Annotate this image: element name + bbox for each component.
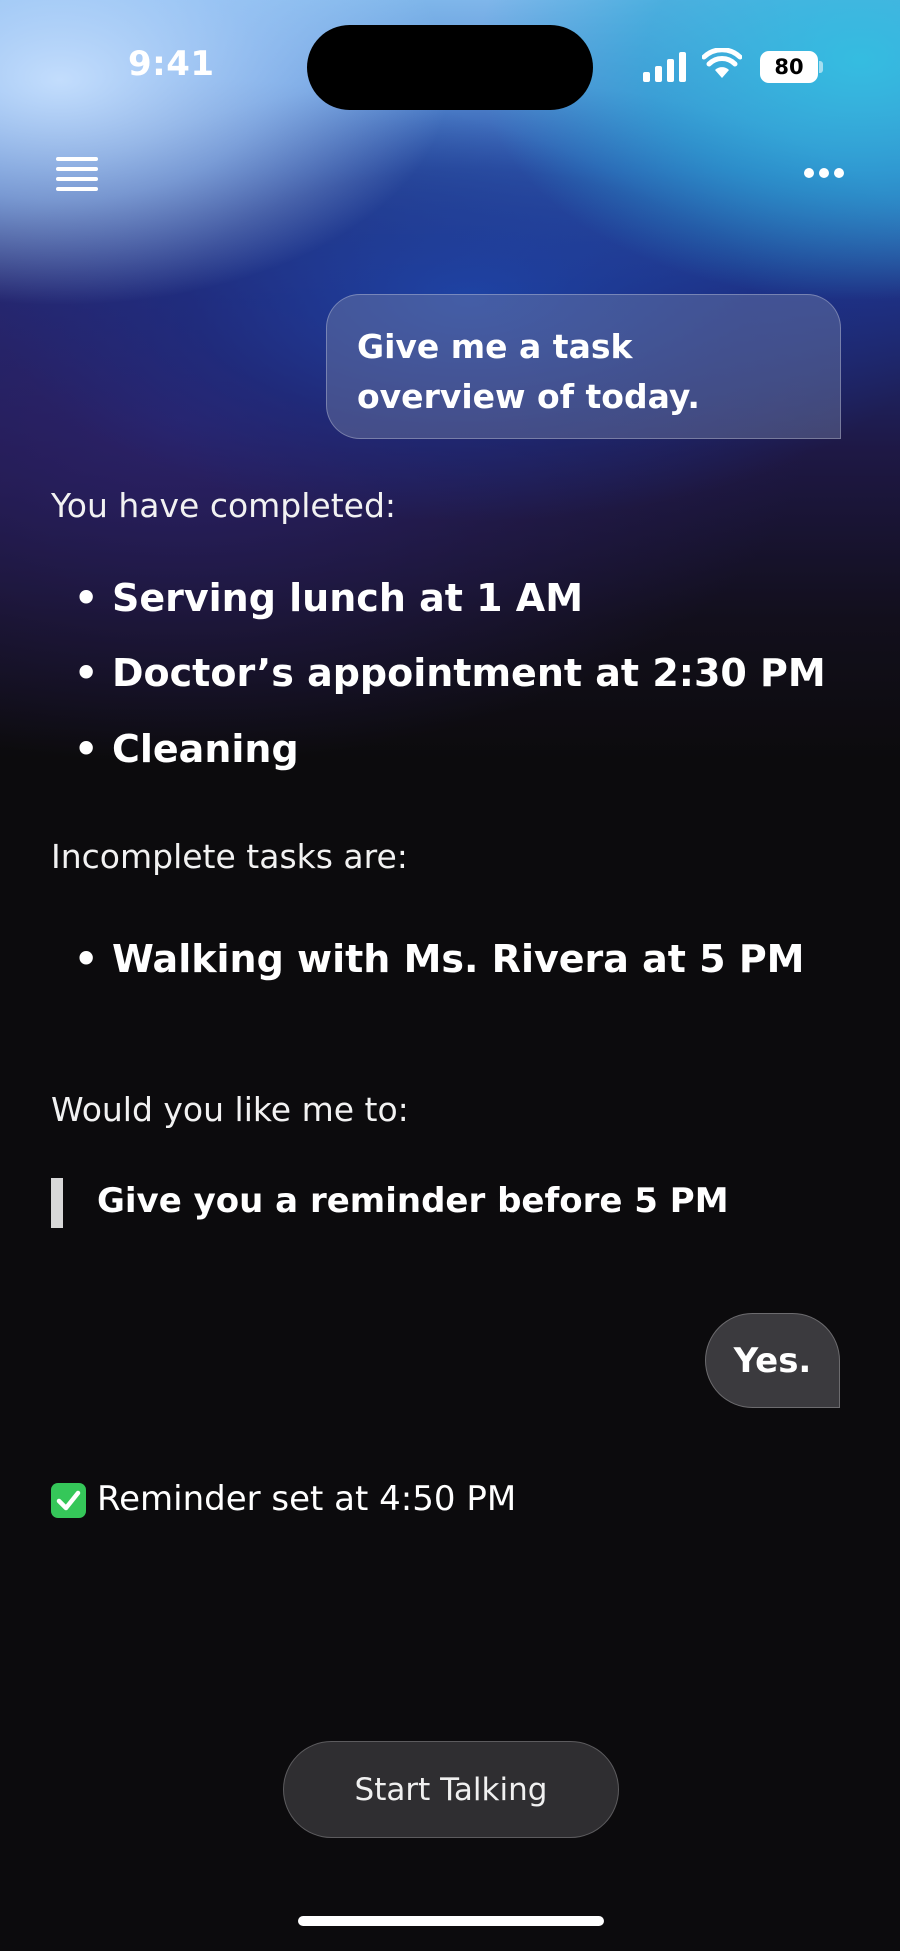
completed-heading: You have completed: (51, 486, 397, 525)
completed-item-text: Serving lunch at 1 AM (112, 576, 584, 620)
home-indicator[interactable] (298, 1916, 604, 1926)
battery-cap (819, 61, 823, 73)
battery-icon: 80 (760, 51, 818, 83)
completed-item-text: Doctor’s appointment at 2:30 PM (112, 651, 826, 695)
completed-list-item: • Doctor’s appointment at 2:30 PM (74, 651, 826, 695)
cellular-signal-icon (643, 52, 687, 82)
option-quote-bar (51, 1178, 63, 1228)
start-talking-button[interactable]: Start Talking (283, 1741, 619, 1838)
reminder-option[interactable]: Give you a reminder before 5 PM (97, 1181, 729, 1221)
completed-list-item: • Cleaning (74, 727, 299, 771)
completed-list-item: • Serving lunch at 1 AM (74, 576, 583, 620)
check-mark-icon (51, 1483, 86, 1518)
question-text: Would you like me to: (51, 1090, 409, 1129)
incomplete-list-item: • Walking with Ms. Rivera at 5 PM (74, 937, 805, 981)
wifi-icon (702, 48, 742, 78)
dynamic-island (307, 25, 593, 110)
incomplete-item-text: Walking with Ms. Rivera at 5 PM (112, 937, 805, 981)
bullet-icon: • (74, 576, 99, 620)
ellipsis-icon[interactable] (800, 164, 848, 184)
status-time: 9:41 (128, 44, 215, 84)
incomplete-heading: Incomplete tasks are: (51, 837, 408, 876)
app-screen: 9:41 80 Give me a task overview of today… (0, 0, 900, 1951)
battery-level: 80 (774, 55, 804, 79)
bullet-icon: • (74, 651, 99, 695)
user-reply-bubble: Yes. (705, 1313, 840, 1408)
completed-item-text: Cleaning (112, 727, 299, 771)
hamburger-icon[interactable] (56, 157, 98, 193)
bullet-icon: • (74, 937, 99, 981)
confirmation-text: Reminder set at 4:50 PM (97, 1479, 517, 1519)
bullet-icon: • (74, 727, 99, 771)
user-message-bubble: Give me a task overview of today. (326, 294, 841, 439)
